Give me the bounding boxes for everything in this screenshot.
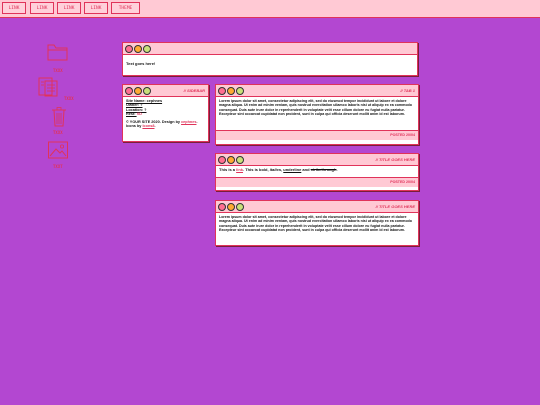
maximize-button[interactable] (143, 86, 151, 95)
window-tag: // SIDEBAR (183, 88, 205, 93)
minimize-button[interactable] (227, 86, 235, 95)
tab2-window: // TITLE GOES HERE This is a link. This … (215, 153, 419, 191)
theme-button[interactable]: THEME (111, 2, 140, 14)
desktop-icon-label: TXXX (64, 96, 74, 101)
credits: © YOUR SITE 2020. Design by cephnes. Ico… (126, 119, 198, 129)
close-button[interactable] (125, 44, 133, 53)
close-button[interactable] (125, 86, 133, 95)
close-button[interactable] (218, 155, 226, 164)
minimize-button[interactable] (134, 86, 142, 95)
desktop-icon-folder[interactable] (46, 42, 70, 62)
window-titlebar[interactable]: // TITLE GOES HERE (216, 201, 418, 213)
maximize-button[interactable] (143, 44, 151, 53)
window-titlebar[interactable]: // SIDEBAR (123, 85, 208, 97)
document-icon (38, 77, 58, 97)
formatting-demo: This is a link. This is bold, italics, u… (219, 167, 338, 172)
author-link[interactable]: cephnes (181, 120, 196, 124)
minimize-button[interactable] (227, 155, 235, 164)
post-date: POSTED 20/04 (216, 130, 418, 140)
window-titlebar[interactable]: // TITLE GOES HERE (216, 154, 418, 166)
nav-link-3[interactable]: LINK (57, 2, 81, 14)
desktop-icon-image[interactable] (46, 140, 70, 160)
post-body: Lorem ipsum dolor sit amet, consectetur … (219, 215, 412, 233)
desktop-icon-label: TXXX (53, 68, 63, 73)
maximize-button[interactable] (236, 86, 244, 95)
window-titlebar[interactable] (123, 43, 417, 55)
window-tag: // TITLE GOES HERE (375, 204, 415, 209)
tab3-window: // TITLE GOES HERE Lorem ipsum dolor sit… (215, 200, 419, 246)
window-tag: // TITLE GOES HERE (375, 157, 415, 162)
window-text: Text goes here! (126, 61, 156, 66)
maximize-button[interactable] (236, 202, 244, 211)
icons-link[interactable]: Icons8 (142, 124, 154, 128)
desktop-icon-label: TXXX (53, 130, 63, 135)
desktop-icon-document[interactable] (36, 76, 60, 98)
tab1-window: // TAB 1 Lorem ipsum dolor sit amet, con… (215, 84, 419, 145)
folder-icon (47, 44, 68, 61)
trash-icon (52, 107, 66, 127)
close-button[interactable] (218, 202, 226, 211)
image-icon (48, 141, 68, 159)
window-titlebar[interactable]: // TAB 1 (216, 85, 418, 97)
desktop-icon-label: TXXT (53, 164, 63, 169)
minimize-button[interactable] (134, 44, 142, 53)
post-date: POSTED 20/04 (216, 177, 418, 187)
minimize-button[interactable] (227, 202, 235, 211)
desktop-icon-trash[interactable] (47, 106, 71, 128)
nav-link-1[interactable]: LINK (2, 2, 26, 14)
maximize-button[interactable] (236, 155, 244, 164)
sidebar-window: // SIDEBAR Site Name: cephnes Owner: ? L… (122, 84, 209, 142)
top-nav-bar: LINK LINK LINK LINK THEME (0, 0, 540, 18)
nav-link-2[interactable]: LINK (30, 2, 54, 14)
welcome-window: Text goes here! (122, 42, 418, 76)
window-tag: // TAB 1 (400, 88, 415, 93)
post-body: Lorem ipsum dolor sit amet, consectetur … (219, 99, 412, 117)
nav-link-4[interactable]: LINK (84, 2, 108, 14)
close-button[interactable] (218, 86, 226, 95)
